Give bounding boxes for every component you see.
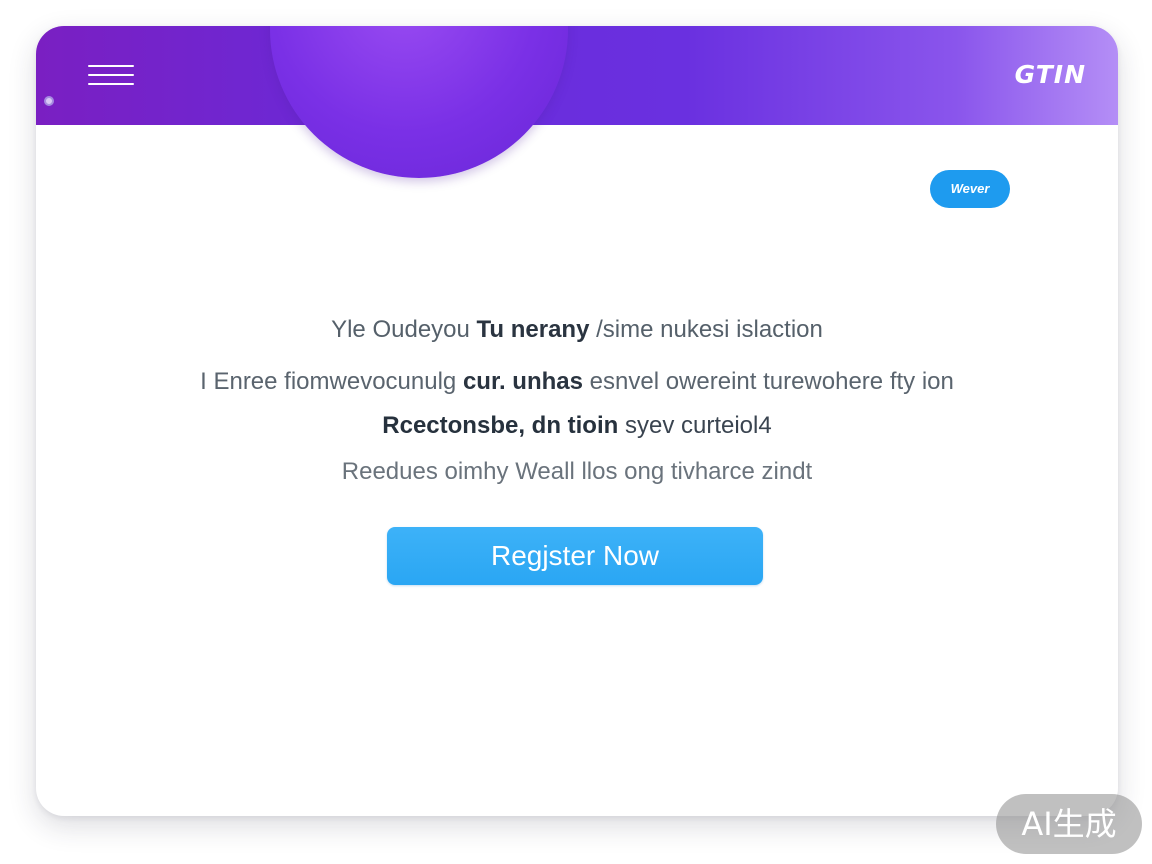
menu-line xyxy=(88,65,134,67)
ai-generated-watermark: AI生成 xyxy=(996,794,1142,854)
page: GTIN Wever Yle Oudeyou Tu nerany /sime n… xyxy=(0,0,1152,864)
hero-line-3: Rcectonsbe, dn tioin syev curteiol4 xyxy=(36,412,1118,440)
hero-line-1: Yle Oudeyou Tu nerany /sime nukesi islac… xyxy=(36,316,1118,344)
decorative-circle xyxy=(270,26,568,178)
hamburger-menu-icon[interactable] xyxy=(88,62,136,90)
hero-line-1-end: /sime nukesi islaction xyxy=(589,316,823,343)
hero-line-3-end: syev curteiol4 xyxy=(618,412,772,439)
hero-line-2: I Enree fiomwevocunulg cur. unhas esnvel… xyxy=(36,368,1118,396)
brand-logo[interactable]: GTIN xyxy=(1015,60,1086,89)
hero-line-2-start: I Enree fiomwevocunulg xyxy=(200,368,463,395)
hero-line-3-bold: Rcectonsbe, dn tioin xyxy=(382,412,619,439)
pill-button[interactable]: Wever xyxy=(930,170,1010,208)
register-now-button[interactable]: Regjster Now xyxy=(387,527,763,585)
hero-line-1-start: Yle Oudeyou xyxy=(331,316,477,343)
header-bar: GTIN xyxy=(36,26,1118,178)
dot-indicator xyxy=(44,96,54,106)
landing-card: GTIN Wever Yle Oudeyou Tu nerany /sime n… xyxy=(36,26,1118,816)
hero-line-2-bold: cur. unhas xyxy=(462,368,583,395)
hero-line-1-bold: Tu nerany xyxy=(476,316,590,343)
menu-line xyxy=(88,83,134,85)
hero-line-4: Reedues oimhy Weall llos ong tivharce zi… xyxy=(341,458,813,485)
hero-line-2-end: esnvel owereint turewohere fty ion xyxy=(582,368,954,395)
menu-line xyxy=(88,74,134,76)
